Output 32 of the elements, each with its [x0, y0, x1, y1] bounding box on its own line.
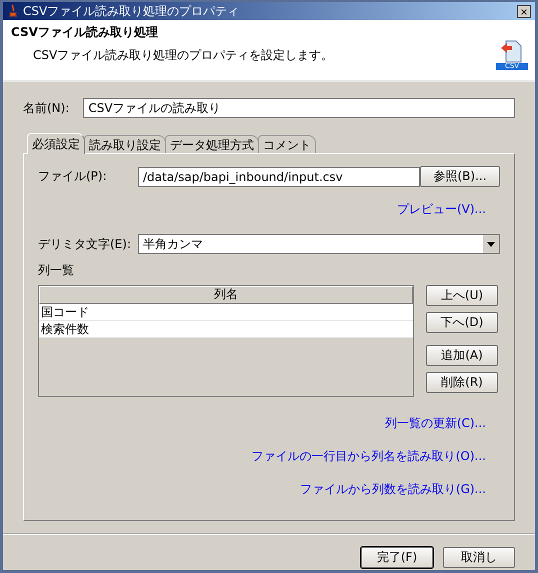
- dialog-button[interactable]: 取消し: [443, 547, 515, 568]
- dialog-button[interactable]: 完了(F): [361, 547, 433, 568]
- tab[interactable]: コメント: [258, 135, 316, 153]
- column-list[interactable]: 列名 国コード 検索件数: [38, 285, 414, 397]
- browse-button[interactable]: 参照(B)...: [420, 166, 500, 187]
- dropdown-arrow-icon[interactable]: [487, 242, 495, 246]
- tab[interactable]: 必須設定: [27, 133, 85, 154]
- list-action-button[interactable]: 追加(A): [426, 345, 498, 366]
- list-row[interactable]: 検索件数: [39, 321, 413, 338]
- list-action-button[interactable]: 下へ(D): [426, 312, 498, 333]
- file-path-field[interactable]: /data/sap/bapi_inbound/input.csv: [138, 166, 420, 186]
- window-title: CSVファイル読み取り処理のプロパティ: [23, 2, 240, 20]
- delimiter-label: デリミタ文字(E):: [38, 236, 132, 252]
- file-label: ファイル(P):: [38, 168, 108, 185]
- list-action-button[interactable]: 上へ(U): [426, 285, 498, 306]
- app-icon: [7, 4, 19, 18]
- header-description: CSVファイル読み取り処理のプロパティを設定します。: [32, 47, 334, 64]
- delimiter-dropdown[interactable]: 半角カンマ: [138, 234, 500, 254]
- column-header: 列名: [39, 286, 413, 304]
- list-action-button[interactable]: 削除(R): [426, 372, 498, 393]
- action-link[interactable]: ファイルの一行目から列名を読み取り(O)...: [252, 448, 486, 465]
- tab[interactable]: 読み取り設定: [84, 135, 166, 153]
- name-field[interactable]: CSVファイルの読み取り: [83, 98, 515, 118]
- preview-link[interactable]: プレビュー(V)...: [396, 201, 486, 218]
- header-title: CSVファイル読み取り処理: [11, 24, 159, 41]
- column-list-label: 列一覧: [38, 262, 74, 279]
- action-link[interactable]: ファイルから列数を読み取り(G)...: [300, 481, 486, 498]
- close-button[interactable]: ×: [517, 4, 531, 18]
- action-link[interactable]: 列一覧の更新(C)...: [384, 415, 486, 432]
- tab[interactable]: データ処理方式: [165, 135, 259, 153]
- list-row[interactable]: 国コード: [39, 304, 413, 321]
- name-label: 名前(N):: [23, 100, 70, 116]
